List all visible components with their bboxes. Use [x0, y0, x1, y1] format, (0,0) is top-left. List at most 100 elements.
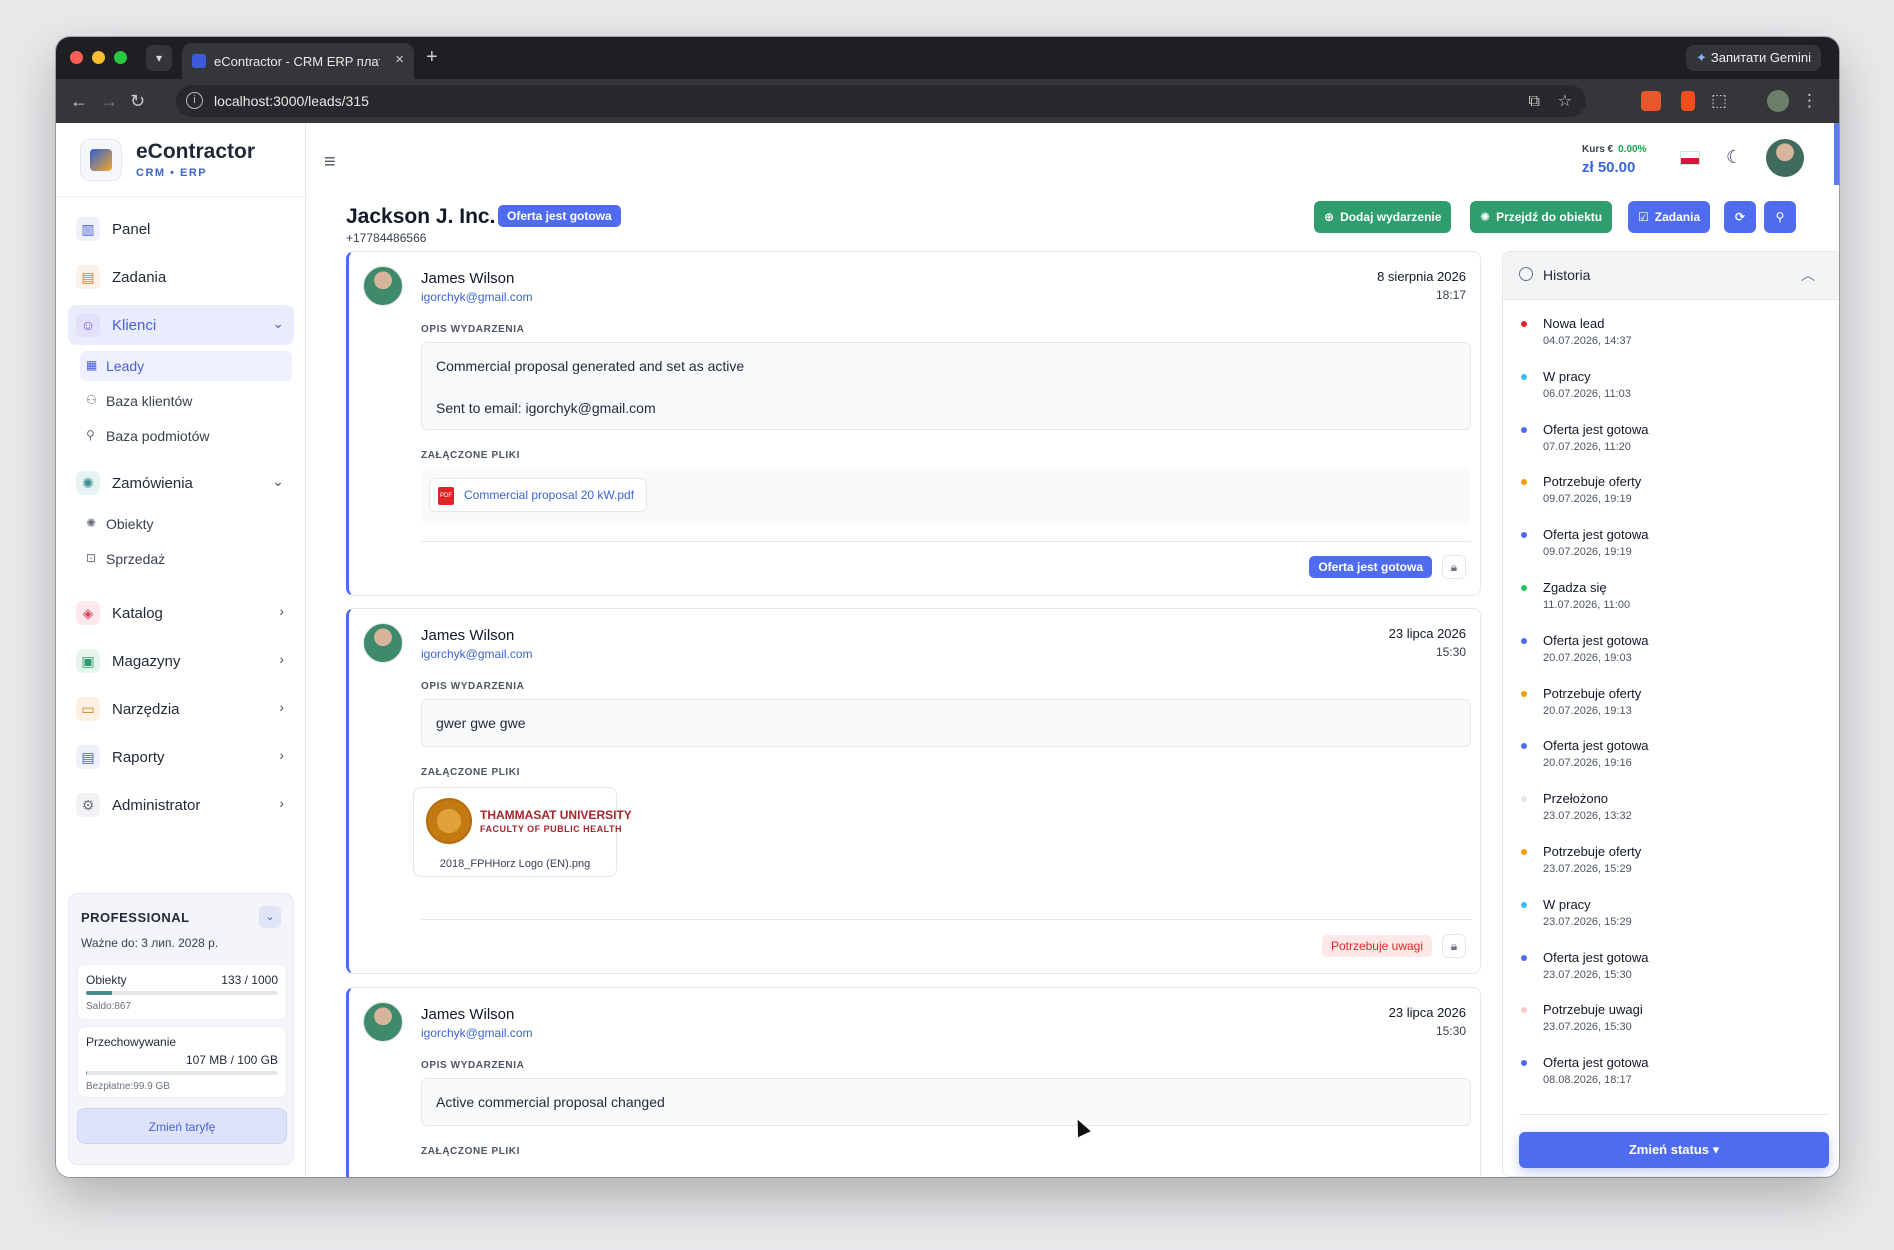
tab-title: eContractor - CRM ERP плат: [214, 54, 380, 69]
brand[interactable]: eContractor CRM • ERP: [56, 123, 306, 197]
browser-tab[interactable]: eContractor - CRM ERP плат ×: [182, 43, 414, 79]
back-icon[interactable]: ←: [70, 91, 88, 112]
history-item: Oferta jest gotowa 09.07.2026, 19:19: [1503, 527, 1839, 580]
history-item: Zgadza się 11.07.2026, 11:00: [1503, 580, 1839, 633]
history-item: Oferta jest gotowa 08.08.2026, 18:17: [1503, 1055, 1839, 1108]
status-badge: Oferta jest gotowa: [1309, 556, 1432, 578]
event-description: Commercial proposal generated and set as…: [421, 342, 1471, 430]
tab-close-icon[interactable]: ×: [395, 51, 404, 68]
thumbnail-text: THAMMASAT UNIVERSITY: [480, 808, 632, 822]
file-name: 2018_FPHHorz Logo (EN).png: [439, 858, 591, 870]
address-bar-actions: ⧉ ☆: [1528, 91, 1572, 111]
event-description-line: Active commercial proposal changed: [436, 1094, 665, 1110]
chevron-up-icon[interactable]: ︿: [1801, 265, 1815, 285]
sidebar-subitem-baza-klientow[interactable]: ⚇ Baza klientów: [80, 386, 292, 416]
history-header[interactable]: Historia ︿: [1503, 252, 1839, 300]
sidebar-subitem-leady[interactable]: ▦ Leady: [80, 351, 292, 381]
change-plan-button[interactable]: Zmień taryfę: [77, 1108, 287, 1144]
refresh-button[interactable]: ⟳: [1724, 201, 1756, 233]
install-icon[interactable]: ⧉: [1528, 93, 1539, 110]
change-status-button[interactable]: Zmień status ▾: [1519, 1132, 1829, 1168]
sidebar: eContractor CRM • ERP ▥ Panel ▤ Zadania …: [56, 123, 306, 1177]
bag-icon: ⊡: [86, 551, 97, 565]
gemini-button[interactable]: ✦ Запитати Gemini: [1685, 45, 1821, 71]
figma-extension-icon[interactable]: [1681, 91, 1695, 111]
dark-mode-icon[interactable]: ☾: [1726, 147, 1742, 168]
history-status: Przełożono: [1543, 791, 1609, 807]
extension-icon[interactable]: [1641, 91, 1661, 111]
maximize-window-button[interactable]: [114, 51, 127, 64]
sun-icon: ✺: [86, 516, 97, 530]
sidebar-subitem-sprzedaz[interactable]: ⊡ Sprzedaż: [80, 544, 292, 574]
lock-icon[interactable]: 🔒︎: [1442, 934, 1466, 958]
orders-icon: ✺: [76, 471, 100, 495]
sidebar-item-magazyny[interactable]: ▣ Magazyny ›: [68, 641, 294, 681]
history-date: 20.07.2026, 19:16: [1543, 757, 1632, 770]
more-icon[interactable]: ⋮: [1801, 91, 1821, 111]
plan-saldo: Saldo:867: [86, 1001, 132, 1012]
brand-subtitle: CRM • ERP: [136, 167, 208, 179]
star-icon[interactable]: ☆: [1558, 93, 1572, 110]
file-attachment[interactable]: PDF Commercial proposal 20 kW.pdf: [429, 478, 648, 512]
tasks-button[interactable]: ☑ Zadania: [1628, 201, 1711, 233]
profile-avatar[interactable]: [1767, 90, 1789, 112]
app: eContractor CRM • ERP ▥ Panel ▤ Zadania …: [56, 123, 1839, 1177]
sun-icon: ✺: [1480, 210, 1491, 224]
info-icon[interactable]: i: [186, 92, 203, 109]
history-status: Oferta jest gotowa: [1543, 1055, 1649, 1071]
assign-user-button[interactable]: ⚲: [1764, 201, 1796, 233]
history-date: 07.07.2026, 11:20: [1543, 440, 1631, 453]
users-icon: ⚇: [86, 393, 97, 407]
minimize-window-button[interactable]: [92, 51, 105, 64]
chevron-down-icon[interactable]: ⌄: [259, 906, 281, 928]
event-author-email[interactable]: igorchyk@gmail.com: [421, 290, 533, 304]
section-label: ZAŁĄCZONE PLIKI: [421, 1146, 520, 1157]
event-author-email[interactable]: igorchyk@gmail.com: [421, 1026, 533, 1040]
sidebar-subitem-baza-podmiotow[interactable]: ⚲ Baza podmiotów: [80, 421, 292, 451]
chevron-down-icon: ⌄: [272, 473, 284, 489]
sidebar-item-katalog[interactable]: ◈ Katalog ›: [68, 593, 294, 633]
sidebar-item-label: Raporty: [112, 749, 165, 766]
sidebar-item-zadania[interactable]: ▤ Zadania: [68, 257, 294, 297]
plan-storage-value: 107 MB / 100 GB: [185, 1053, 278, 1067]
go-to-object-button[interactable]: ✺ Przejdź do obiektu: [1470, 201, 1613, 233]
gemini-icon: ✦: [1695, 50, 1707, 65]
sidebar-item-panel[interactable]: ▥ Panel: [68, 209, 294, 249]
university-logo: [426, 798, 472, 844]
new-tab-icon[interactable]: +: [426, 46, 438, 69]
address-bar[interactable]: i localhost:3000/leads/315 ⧉ ☆: [176, 85, 1586, 117]
image-attachment[interactable]: THAMMASAT UNIVERSITY FACULTY OF PUBLIC H…: [413, 787, 632, 877]
lock-icon[interactable]: 🔒︎: [1442, 555, 1466, 579]
event-card: James Wilson igorchyk@gmail.com 8 sierpn…: [346, 251, 1481, 596]
close-window-button[interactable]: [70, 51, 83, 64]
brand-logo: [80, 139, 122, 181]
event-time: 18:17: [1435, 288, 1466, 302]
plan-valid-until: Ważne do: 3 лип. 2028 р.: [81, 936, 219, 950]
forward-icon[interactable]: →: [100, 91, 118, 112]
sidebar-item-raporty[interactable]: ▤ Raporty ›: [68, 737, 294, 777]
history-date: 23.07.2026, 13:32: [1543, 810, 1632, 823]
tab-search-icon[interactable]: ▾: [146, 45, 172, 71]
sidebar-item-zamowienia[interactable]: ✺ Zamówienia ⌄: [68, 463, 294, 503]
event-list: James Wilson igorchyk@gmail.com 8 sierpn…: [346, 251, 1481, 1177]
sidebar-item-narzedzia[interactable]: ▭ Narzędzia ›: [68, 689, 294, 729]
language-flag-icon[interactable]: [1680, 151, 1700, 165]
sidebar-subitem-obiekty[interactable]: ✺ Obiekty: [80, 509, 292, 539]
chevron-right-icon: ›: [279, 603, 284, 619]
scrollbar[interactable]: [1834, 123, 1839, 185]
sidebar-item-klienci[interactable]: ☺ Klienci ⌄: [68, 305, 294, 345]
history-title: Historia: [1543, 267, 1591, 283]
sidebar-item-administrator[interactable]: ⚙ Administrator ›: [68, 785, 294, 825]
history-status: Oferta jest gotowa: [1543, 421, 1649, 437]
history-status: Potrzebuje uwagi: [1543, 1002, 1643, 1018]
add-event-button[interactable]: ⊕ Dodaj wydarzenie: [1314, 201, 1452, 233]
event-author-email[interactable]: igorchyk@gmail.com: [421, 647, 533, 661]
event-description-line: Sent to email: igorchyk@gmail.com: [436, 400, 656, 416]
reload-icon[interactable]: ↻: [130, 91, 145, 112]
extensions-icon[interactable]: ⬚: [1711, 91, 1731, 111]
status-dot-icon: [1521, 321, 1527, 327]
status-dot-icon: [1521, 426, 1527, 433]
menu-icon[interactable]: ≡: [324, 151, 336, 174]
sidebar-subitem-label: Sprzedaż: [106, 551, 166, 567]
user-avatar[interactable]: [1766, 139, 1804, 177]
